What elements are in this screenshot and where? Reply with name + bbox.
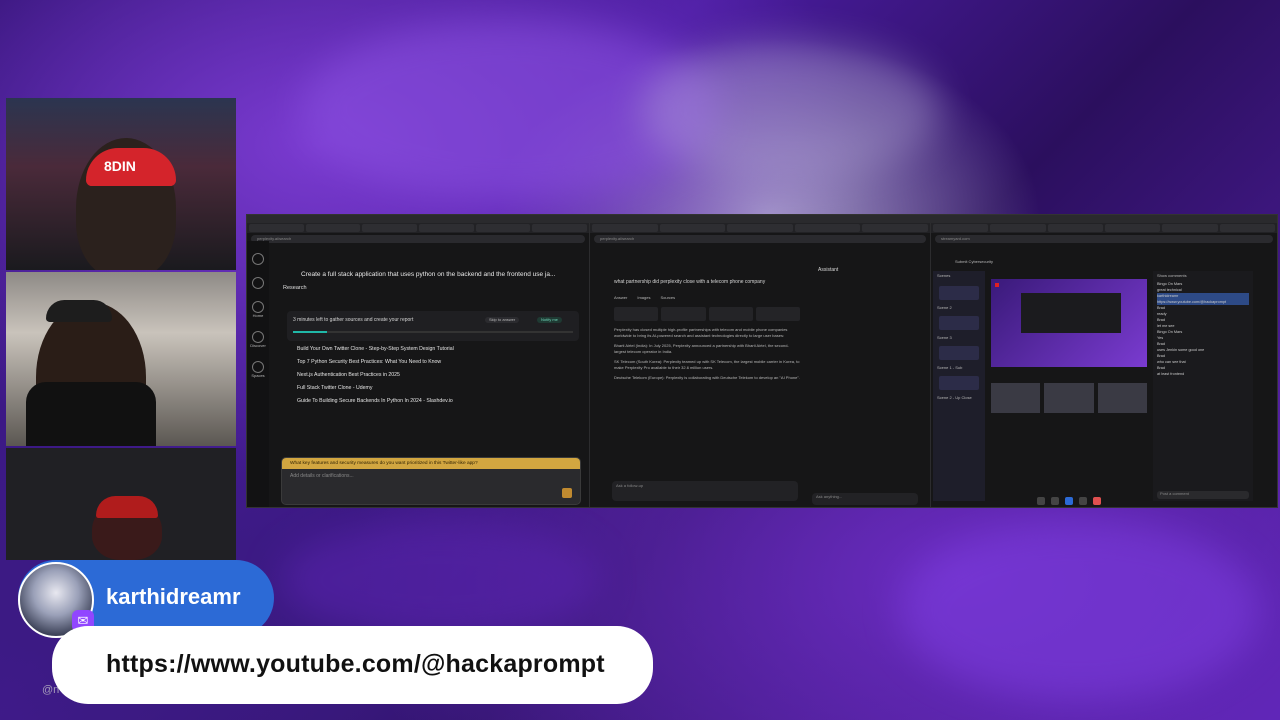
logo-icon[interactable] [252, 253, 264, 265]
source-card[interactable] [708, 307, 753, 321]
chat-panel: Show comments Bingo On Mars great techni… [1153, 271, 1253, 501]
share-screen-icon[interactable] [1065, 497, 1073, 505]
perplexity-answer-pane: perplexity.ai/search what partnership di… [590, 223, 931, 507]
source-card[interactable] [661, 307, 706, 321]
browser-tabs[interactable] [931, 223, 1277, 233]
live-indicator [995, 283, 999, 287]
thread-title: Create a full stack application that use… [301, 271, 556, 278]
tab-images[interactable]: Images [637, 295, 650, 301]
scene-thumbnail[interactable] [939, 376, 979, 390]
screen-share: perplexity.ai/search Home Discover Space… [246, 214, 1278, 508]
answer-paragraph: Deutsche Telekom (Europe): Perplexity is… [614, 375, 800, 380]
list-item[interactable]: Build Your Own Twitter Clone - Step-by-S… [297, 343, 577, 356]
background-swirl [900, 520, 1260, 700]
streaming-studio-pane: streamyard.com Submit Cybersecurity Scen… [931, 223, 1277, 507]
progress-text: 3 minutes left to gather sources and cre… [293, 317, 414, 323]
scene-label: Scene 2 - Up Close [937, 395, 972, 400]
browser-tabs[interactable] [590, 223, 930, 233]
scene-label: Scene 1 - Sub [937, 365, 963, 370]
control-bar [991, 497, 1147, 507]
progress-track [293, 331, 573, 333]
sidebar-spaces-label: Spaces [251, 373, 265, 378]
webcam-third [6, 448, 236, 560]
studio-title: Submit Cybersecurity [955, 259, 994, 264]
scene-thumbnail[interactable] [939, 316, 979, 330]
research-results-list: Build Your Own Twitter Clone - Step-by-S… [297, 343, 577, 408]
scene-thumbnail[interactable] [939, 346, 979, 360]
mic-icon[interactable] [1037, 497, 1045, 505]
camera-icon[interactable] [1051, 497, 1059, 505]
chat-text: at least frontend [1157, 372, 1185, 376]
followup-input[interactable]: Ask a follow-up [612, 481, 798, 501]
tab-answer[interactable]: Answer [614, 295, 627, 301]
sidebar-discover-label: Discover [250, 343, 266, 348]
new-thread-icon[interactable] [252, 277, 264, 289]
participant-tile[interactable] [991, 383, 1041, 413]
notify-button[interactable]: Notify me [537, 317, 562, 323]
scene-thumbnail[interactable] [939, 286, 979, 300]
query-title: what partnership did perplexity close wi… [614, 279, 766, 285]
answer-paragraph: Perplexity has closed multiple high-prof… [614, 327, 788, 338]
background-swirl [280, 520, 600, 640]
skip-button[interactable]: Skip to answer [485, 317, 520, 323]
leave-icon[interactable] [1093, 497, 1101, 505]
answer-paragraph: Bharti Airtel (India): In July 2025, Per… [614, 343, 789, 354]
address-bar[interactable]: perplexity.ai/search [594, 235, 926, 243]
browser-tabs[interactable] [247, 223, 589, 233]
scene-label: Scene 3 [937, 335, 952, 340]
hat-logo: 8DIN [104, 158, 136, 174]
research-mode-label: Research [283, 285, 307, 291]
answer-body: Perplexity has closed multiple high-prof… [614, 327, 800, 381]
sidebar-home-label: Home [252, 313, 264, 318]
research-progress-card: 3 minutes left to gather sources and cre… [287, 311, 579, 341]
scenes-label: Scenes [937, 273, 951, 278]
source-card[interactable] [614, 307, 659, 321]
participant-tile[interactable] [1044, 383, 1094, 413]
list-item[interactable]: Next.js Authentication Best Practices in… [297, 369, 577, 382]
settings-icon[interactable] [1079, 497, 1087, 505]
stage-preview [991, 279, 1147, 367]
assistant-label: Assistant [818, 267, 839, 273]
preview-screen [1021, 293, 1121, 333]
webcam-guest [6, 272, 236, 446]
scene-label: Scene 2 [937, 305, 952, 310]
answer-tabs: Answer Images Sources [614, 295, 675, 301]
progress-fill [293, 331, 327, 333]
background-swirl [640, 40, 940, 180]
highlighted-chat[interactable]: karthidreamr https://www.youtube.com/@ha… [1157, 293, 1249, 305]
chat-header: Show comments [1157, 273, 1187, 278]
send-button[interactable] [562, 488, 572, 498]
participant-tile[interactable] [1097, 383, 1147, 413]
assistant-input[interactable]: Ask anything... [812, 493, 918, 505]
participant-strip [991, 383, 1147, 413]
spaces-icon[interactable] [252, 361, 264, 373]
chat-message-link[interactable]: https://www.youtube.com/@hackaprompt [106, 650, 605, 679]
channel-watermark: @n [42, 684, 60, 696]
discover-icon[interactable] [252, 331, 264, 343]
chat-input[interactable]: Post a comment [1157, 491, 1249, 499]
app-sidebar: Home Discover Spaces [247, 241, 269, 507]
chat-list: Bingo On Mars great technical karthidrea… [1153, 281, 1253, 377]
answer-paragraph: SK Telecom (South Korea): Perplexity tea… [614, 359, 800, 370]
chat-username: karthidreamr [106, 584, 241, 609]
scenes-panel: Scenes Scene 2 Scene 3 Scene 1 - Sub Sce… [933, 271, 985, 501]
address-bar[interactable]: streamyard.com [935, 235, 1273, 243]
list-item[interactable]: Guide To Building Secure Backends In Pyt… [297, 395, 577, 408]
followup-question: What key features and security measures … [282, 458, 580, 469]
mac-menu-bar [247, 215, 1277, 223]
source-cards [614, 307, 800, 321]
list-item[interactable]: Full Stack Twitter Clone - Udemy [297, 382, 577, 395]
perplexity-research-pane: perplexity.ai/search Home Discover Space… [247, 223, 590, 507]
followup-input[interactable]: Add details or clarifications... [282, 469, 580, 483]
source-card[interactable] [755, 307, 800, 321]
list-item[interactable]: Top 7 Python Security Best Practices: Wh… [297, 356, 577, 369]
followup-input-box[interactable]: What key features and security measures … [281, 457, 581, 505]
address-bar[interactable]: perplexity.ai/search [251, 235, 585, 243]
tab-sources[interactable]: Sources [660, 295, 675, 301]
webcam-host: 8DIN [6, 98, 236, 270]
home-icon[interactable] [252, 301, 264, 313]
